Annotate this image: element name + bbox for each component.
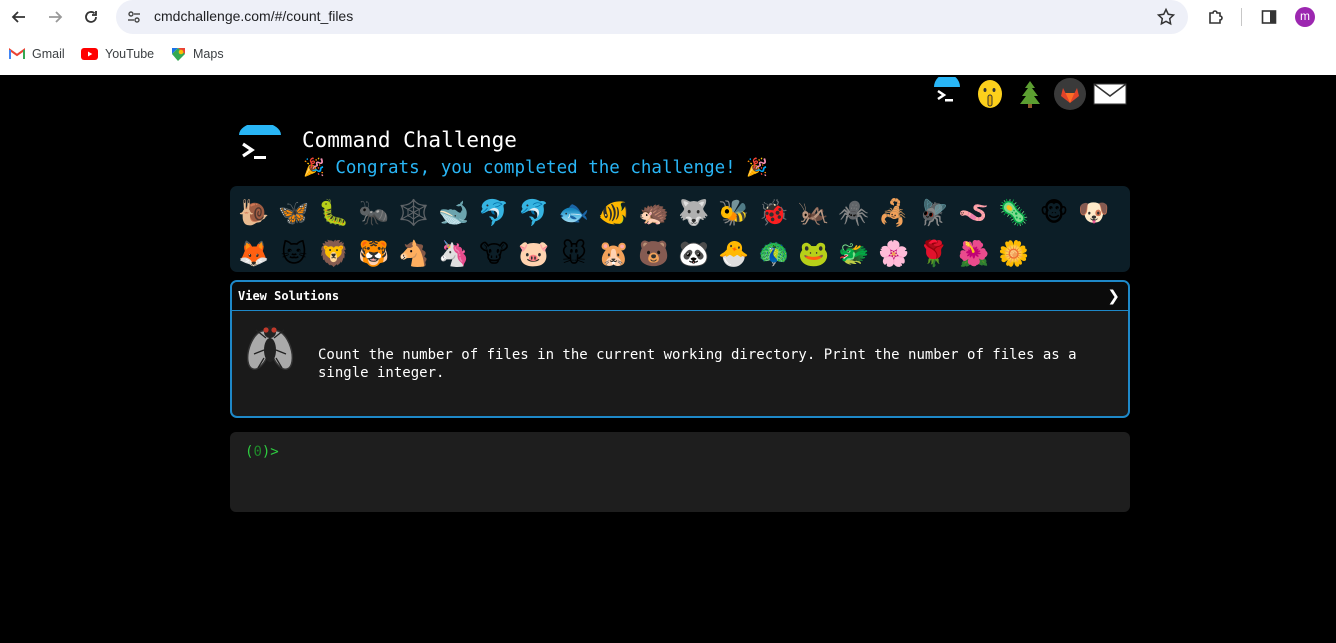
page-title: Command Challenge xyxy=(302,128,517,152)
challenge-icon[interactable]: 🦔 xyxy=(634,192,674,233)
challenge-icon[interactable]: 🐭 xyxy=(554,233,594,274)
challenge-icon[interactable]: 🐲 xyxy=(834,233,874,274)
back-button[interactable] xyxy=(7,5,31,29)
bookmark-label: Maps xyxy=(193,47,224,61)
gitlab-link[interactable] xyxy=(1053,77,1087,111)
shushing-face-icon xyxy=(978,80,1002,108)
terminal-logo-icon xyxy=(934,77,960,102)
youtube-icon xyxy=(81,48,98,60)
challenge-icon[interactable]: 🐱 xyxy=(274,233,314,274)
contact-link[interactable] xyxy=(1093,77,1127,111)
reload-button[interactable] xyxy=(79,5,103,29)
challenge-icon[interactable]: 🦄 xyxy=(434,233,474,274)
challenge-icon[interactable]: 🐵 xyxy=(1034,192,1074,233)
toolbar-divider xyxy=(1241,8,1242,26)
party-popper-icon: 🎉 xyxy=(303,158,325,178)
challenge-icon-grid: 🐌 🦋 🐛 🐜 🕸️ 🐋 🐬 🐬 🐟 🐠 🦔 🐺 🐝 🐞 🦗 🕷️ 🦂 🪰 🪱 🦠 🐵 🐶 🦊 🐱 🦁 🐯 🐴 🦄 🐮 🐷 🐭 🐹 🐻 🐼 🐣 🦚 🐸 🐲… xyxy=(234,192,1134,274)
challenge-icon[interactable]: 🌸 xyxy=(874,233,914,274)
site-info-icon[interactable] xyxy=(126,9,142,25)
bookmarks-bar: Gmail YouTube Maps xyxy=(0,42,1336,66)
puzzle-icon xyxy=(1209,10,1223,24)
challenge-icon[interactable]: 🐞 xyxy=(754,192,794,233)
challenge-icon[interactable]: 🐼 xyxy=(674,233,714,274)
bookmark-label: YouTube xyxy=(105,47,155,61)
arrow-left-icon xyxy=(11,11,25,23)
challenge-icon[interactable]: 🦊 xyxy=(234,233,274,274)
gmail-icon xyxy=(9,48,25,59)
christmas-tree-icon xyxy=(1020,81,1040,108)
prompt-count: 0 xyxy=(253,444,262,460)
side-panel-button[interactable] xyxy=(1257,5,1281,29)
url-text[interactable]: cmdchallenge.com/#/count_files xyxy=(154,8,353,24)
challenge-icon[interactable]: 🐮 xyxy=(474,233,514,274)
browser-toolbar: cmdchallenge.com/#/count_files m xyxy=(0,0,1336,34)
terminal-input-area[interactable]: (0)> xyxy=(230,432,1130,512)
challenge-icon[interactable]: 🌹 xyxy=(914,233,954,274)
maps-icon xyxy=(172,47,185,61)
challenge-icon[interactable]: 🐴 xyxy=(394,233,434,274)
bookmark-maps[interactable]: Maps xyxy=(171,42,224,66)
challenge-icon[interactable]: 🐝 xyxy=(714,192,754,233)
challenge-icon[interactable]: 🌺 xyxy=(954,233,994,274)
challenge-icon[interactable]: 🐬 xyxy=(474,192,514,233)
page-content: Command Challenge 🎉 Congrats, you comple… xyxy=(0,75,1336,643)
challenge-icon[interactable]: 🐬 xyxy=(514,192,554,233)
challenge-icon[interactable]: 🦁 xyxy=(314,233,354,274)
shush-link[interactable] xyxy=(973,77,1007,111)
challenge-icon[interactable]: 🦂 xyxy=(874,192,914,233)
challenge-icon[interactable]: 🕸️ xyxy=(394,192,434,233)
challenge-icon[interactable]: 🦚 xyxy=(754,233,794,274)
challenge-icon[interactable]: 🐸 xyxy=(794,233,834,274)
challenge-icon[interactable]: 🪰 xyxy=(914,192,954,233)
view-solutions-label: View Solutions xyxy=(238,289,340,303)
challenge-icon[interactable]: 🐯 xyxy=(354,233,394,274)
view-solutions-toggle[interactable]: View Solutions ❯ xyxy=(232,282,1128,311)
profile-avatar[interactable]: m xyxy=(1295,7,1315,27)
challenge-icon[interactable]: 🐺 xyxy=(674,192,714,233)
arrow-right-icon xyxy=(49,11,63,23)
tree-link[interactable] xyxy=(1013,77,1047,111)
challenge-icon[interactable]: 🐛 xyxy=(314,192,354,233)
challenge-icon[interactable]: 🕷️ xyxy=(834,192,874,233)
bookmark-label: Gmail xyxy=(32,47,65,61)
challenge-icon[interactable]: 🐠 xyxy=(594,192,634,233)
browser-chrome: cmdchallenge.com/#/count_files m Gmail Y… xyxy=(0,0,1336,75)
challenge-icon[interactable]: 🐣 xyxy=(714,233,754,274)
party-popper-icon: 🎉 xyxy=(746,158,769,178)
challenge-icon[interactable]: 🦠 xyxy=(994,192,1034,233)
bookmark-gmail[interactable]: Gmail xyxy=(9,42,65,66)
congrats-text: Congrats, you completed the challenge! xyxy=(335,158,736,178)
challenge-icon[interactable]: 🐋 xyxy=(434,192,474,233)
site-logo xyxy=(239,125,281,159)
gitlab-icon xyxy=(1054,78,1086,110)
challenge-icon[interactable]: 🐶 xyxy=(1074,192,1114,233)
challenge-icon[interactable]: 🐟 xyxy=(554,192,594,233)
challenge-icon[interactable]: 🐷 xyxy=(514,233,554,274)
fly-icon xyxy=(246,326,294,371)
challenge-progress-panel: 🐌 🦋 🐛 🐜 🕸️ 🐋 🐬 🐬 🐟 🐠 🦔 🐺 🐝 🐞 🦗 🕷️ 🦂 🪰 🪱 🦠 🐵 🐶 🦊 🐱 🦁 🐯 🐴 🦄 🐮 🐷 🐭 🐹 🐻 🐼 🐣 🦚 🐸 🐲… xyxy=(230,186,1130,272)
challenge-icon[interactable]: 🐜 xyxy=(354,192,394,233)
home-link[interactable] xyxy=(930,77,964,111)
challenge-icon[interactable]: 🐻 xyxy=(634,233,674,274)
reload-icon xyxy=(85,11,97,23)
solutions-panel: View Solutions ❯ Count the number of fil… xyxy=(230,280,1130,418)
challenge-icon[interactable]: 🦗 xyxy=(794,192,834,233)
challenge-icon[interactable]: 🌼 xyxy=(994,233,1034,274)
congrats-message: 🎉 Congrats, you completed the challenge!… xyxy=(303,158,768,178)
terminal-prompt: (0)> xyxy=(245,444,279,460)
bookmark-youtube[interactable]: YouTube xyxy=(81,42,154,66)
forward-button[interactable] xyxy=(43,5,67,29)
side-panel-icon xyxy=(1261,10,1277,24)
challenge-description: Count the number of files in the current… xyxy=(318,347,1077,381)
challenge-icon[interactable]: 🐹 xyxy=(594,233,634,274)
challenge-icon[interactable]: 🐌 xyxy=(234,192,274,233)
extensions-button[interactable] xyxy=(1204,5,1228,29)
chevron-right-icon: ❯ xyxy=(1107,287,1120,305)
challenge-icon[interactable]: 🦋 xyxy=(274,192,314,233)
address-bar[interactable]: cmdchallenge.com/#/count_files xyxy=(116,0,1188,34)
bookmark-star-icon[interactable] xyxy=(1156,7,1176,27)
envelope-icon xyxy=(1093,83,1127,105)
challenge-icon[interactable]: 🪱 xyxy=(954,192,994,233)
prompt-close: )> xyxy=(261,444,279,460)
